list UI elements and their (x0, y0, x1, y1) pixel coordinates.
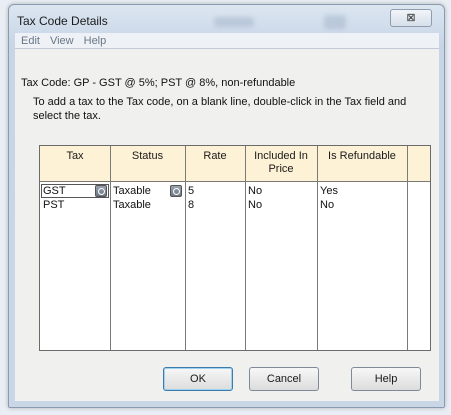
close-button[interactable]: ⊠ (390, 9, 432, 27)
window-title: Tax Code Details (17, 14, 108, 28)
cell-rate[interactable]: 5 (186, 184, 194, 198)
menu-bar: Edit View Help (15, 33, 439, 49)
column-divider (245, 146, 246, 350)
tax-code-summary: Tax Code: GP - GST @ 5%; PST @ 8%, non-r… (21, 77, 296, 89)
header-rate: Rate (203, 150, 227, 162)
help-button[interactable]: Help (351, 367, 421, 391)
column-divider (110, 146, 111, 350)
column-divider (317, 146, 318, 350)
blurred-titlebar-area (214, 17, 254, 27)
menu-view[interactable]: View (50, 35, 74, 47)
ok-button[interactable]: OK (163, 367, 233, 391)
cell-status[interactable]: Taxable (111, 198, 151, 212)
table-row[interactable]: GST Taxable 5 No Yes (40, 184, 430, 198)
column-divider (407, 146, 408, 350)
cell-tax[interactable]: GST (41, 184, 66, 198)
header-included-in-price: Included In Price (254, 150, 308, 175)
menu-edit[interactable]: Edit (21, 35, 40, 47)
cell-included[interactable]: No (246, 184, 262, 198)
table-row[interactable]: PST Taxable 8 No No (40, 198, 430, 212)
header-status: Status (131, 150, 164, 162)
title-bar[interactable]: Tax Code Details ⊠ (9, 5, 444, 33)
tax-grid[interactable]: Tax Status Rate Included In Price Is Ref… (39, 145, 431, 351)
cell-included[interactable]: No (246, 198, 262, 212)
header-tax: Tax (66, 150, 84, 162)
cell-tax[interactable]: PST (41, 198, 64, 212)
cell-rate[interactable]: 8 (186, 198, 194, 212)
dialog-body: Tax Code: GP - GST @ 5%; PST @ 8%, non-r… (15, 49, 439, 401)
close-icon: ⊠ (406, 12, 416, 24)
instructions-text: To add a tax to the Tax code, on a blank… (33, 96, 407, 122)
cell-refundable[interactable]: No (318, 198, 334, 212)
cell-refundable[interactable]: Yes (318, 184, 338, 198)
lookup-icon[interactable] (95, 185, 107, 197)
tax-code-details-window: Tax Code Details ⊠ Edit View Help Tax Co… (8, 4, 445, 408)
column-divider (185, 146, 186, 350)
grid-header: Tax Status Rate Included In Price Is Ref… (40, 146, 430, 182)
cell-status[interactable]: Taxable (111, 184, 151, 198)
header-is-refundable: Is Refundable (328, 150, 396, 162)
menu-help[interactable]: Help (84, 35, 107, 47)
cancel-button[interactable]: Cancel (249, 367, 319, 391)
lookup-icon[interactable] (170, 185, 182, 197)
blurred-titlebar-area (324, 15, 346, 29)
